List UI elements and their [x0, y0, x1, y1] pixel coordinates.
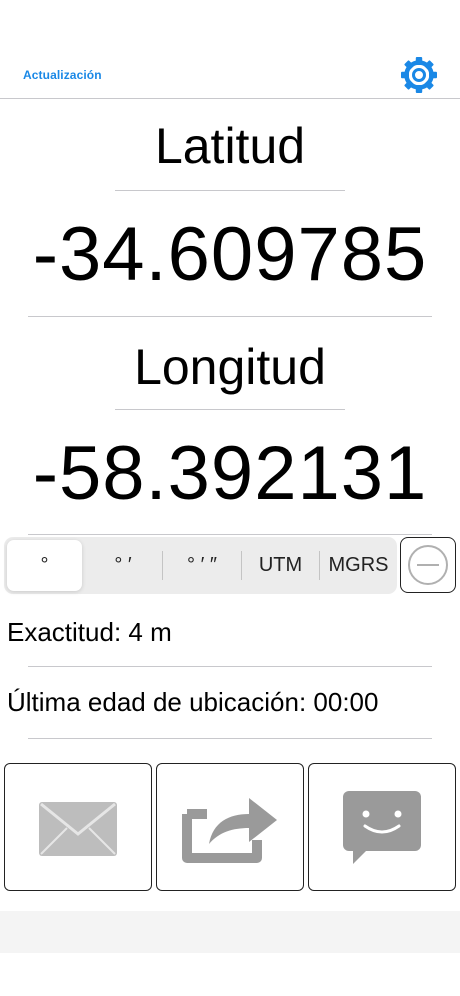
email-button[interactable]	[4, 763, 152, 891]
segment-mgrs[interactable]: MGRS	[320, 537, 397, 594]
message-button[interactable]	[308, 763, 456, 891]
minus-circle-icon	[408, 545, 448, 585]
last-location-age-text: Última edad de ubicación: 00:00	[7, 687, 379, 717]
latitude-divider	[28, 316, 432, 317]
share-icon	[182, 798, 277, 863]
minus-circle-button[interactable]	[400, 537, 456, 593]
format-segmented-control: ° ° ′ ° ′ ″ UTM MGRS	[4, 537, 397, 594]
header-divider	[0, 98, 460, 99]
latitude-value: -34.609785	[32, 212, 428, 297]
segment-degrees[interactable]: °	[7, 537, 82, 594]
accuracy-divider	[28, 666, 432, 667]
longitude-label-underline	[115, 409, 345, 410]
longitude-divider	[28, 534, 432, 535]
mail-icon	[39, 802, 117, 856]
segment-degrees-minutes-seconds[interactable]: ° ′ ″	[163, 537, 241, 594]
latitude-label-underline	[115, 190, 345, 191]
share-button[interactable]	[156, 763, 304, 891]
message-icon	[343, 791, 421, 864]
age-divider	[28, 738, 432, 739]
segment-utm[interactable]: UTM	[242, 537, 319, 594]
segment-degrees-minutes[interactable]: ° ′	[84, 537, 162, 594]
accuracy-text: Exactitud: 4 m	[7, 617, 172, 647]
update-link[interactable]: Actualización	[23, 68, 102, 82]
gear-icon[interactable]	[399, 55, 439, 95]
longitude-value: -58.392131	[32, 431, 428, 516]
longitude-label: Longitud	[134, 339, 326, 395]
bottom-bar	[0, 911, 460, 953]
latitude-label: Latitud	[154, 118, 306, 174]
